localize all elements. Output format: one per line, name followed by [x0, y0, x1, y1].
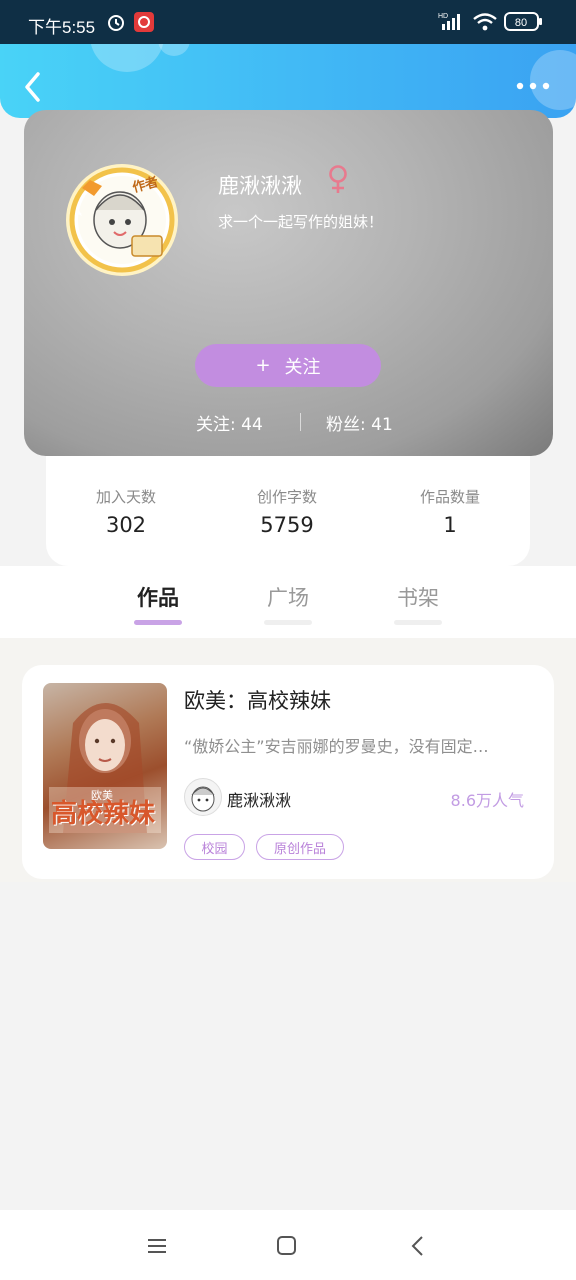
- stat-word-count: 创作字数 5759: [217, 486, 357, 537]
- fans-count[interactable]: 粉丝: 41: [326, 410, 393, 435]
- stats-card: 加入天数 302 创作字数 5759 作品数量 1: [46, 456, 530, 566]
- stat-join-days: 加入天数 302: [56, 486, 196, 537]
- system-nav-bar: [0, 1210, 576, 1280]
- follow-label: 关注: [284, 356, 321, 378]
- tab-bookshelf[interactable]: 书架: [378, 582, 458, 612]
- work-title[interactable]: 欧美：高校辣妹: [184, 685, 331, 715]
- female-icon: [327, 164, 349, 198]
- follow-button[interactable]: + 关注: [195, 344, 381, 387]
- wifi-icon: [472, 12, 498, 37]
- menu-icon[interactable]: [145, 1234, 169, 1258]
- plus-icon: +: [255, 355, 271, 376]
- stat-works-count: 作品数量 1: [380, 486, 520, 537]
- work-description: “傲娇公主”安吉丽娜的罗曼史，没有固定…: [184, 737, 489, 756]
- hd-label: HD: [438, 13, 448, 20]
- stat-value: 302: [105, 513, 147, 537]
- following-count[interactable]: 关注: 44: [196, 410, 263, 435]
- notification-app-icon: [134, 12, 154, 37]
- stat-value: 5759: [260, 513, 314, 537]
- tab-indicator: [264, 620, 312, 625]
- home-square-icon[interactable]: [275, 1234, 299, 1258]
- more-horizontal-icon: [516, 82, 550, 90]
- alarm-icon: [106, 12, 126, 37]
- battery-icon: 80: [504, 11, 544, 38]
- tab-indicator-active: [134, 620, 182, 625]
- top-header: 下午5:55 HD 80: [0, 0, 576, 118]
- stat-label: 作品数量: [419, 488, 480, 506]
- chevron-left-icon: [25, 72, 40, 102]
- more-button[interactable]: [516, 78, 550, 94]
- profile-card: 作者 鹿湫湫湫 求一个一起写作的姐妹！ + 关注 关注: 44 粉丝: 41: [24, 110, 553, 456]
- author-avatar[interactable]: [184, 778, 222, 816]
- cover-subtitle: 欧美: [91, 789, 113, 802]
- tab-indicator: [394, 620, 442, 625]
- stat-label: 加入天数: [95, 488, 156, 506]
- tab-bar: 作品 广场 书架: [0, 566, 576, 638]
- tag-campus[interactable]: 校园: [184, 834, 245, 860]
- tag-original[interactable]: 原创作品: [256, 834, 344, 860]
- status-bar: 下午5:55 HD 80: [0, 0, 576, 44]
- tab-works[interactable]: 作品: [118, 582, 198, 612]
- back-triangle-icon[interactable]: [406, 1234, 430, 1258]
- popularity-count: 8.6万人气: [450, 791, 524, 810]
- work-card[interactable]: 高校辣妹 欧美 欧美：高校辣妹 “傲娇公主”安吉丽娜的罗曼史，没有固定… 鹿湫湫…: [22, 665, 554, 879]
- back-button[interactable]: [20, 70, 48, 104]
- book-cover-image[interactable]: 高校辣妹 欧美: [43, 683, 167, 849]
- username: 鹿湫湫湫: [218, 174, 302, 198]
- author-name[interactable]: 鹿湫湫湫: [227, 787, 291, 811]
- stat-label: 创作字数: [256, 488, 317, 506]
- tab-square[interactable]: 广场: [248, 582, 328, 612]
- battery-level: 80: [515, 17, 527, 29]
- stat-value: 1: [443, 513, 457, 537]
- count-divider: [300, 413, 301, 431]
- avatar[interactable]: 作者: [62, 160, 182, 280]
- signal-icon: HD: [438, 10, 466, 37]
- user-bio: 求一个一起写作的姐妹！: [218, 213, 384, 231]
- follow-counts: 关注: 44 粉丝: 41: [24, 410, 553, 436]
- status-time: 下午5:55: [28, 18, 96, 37]
